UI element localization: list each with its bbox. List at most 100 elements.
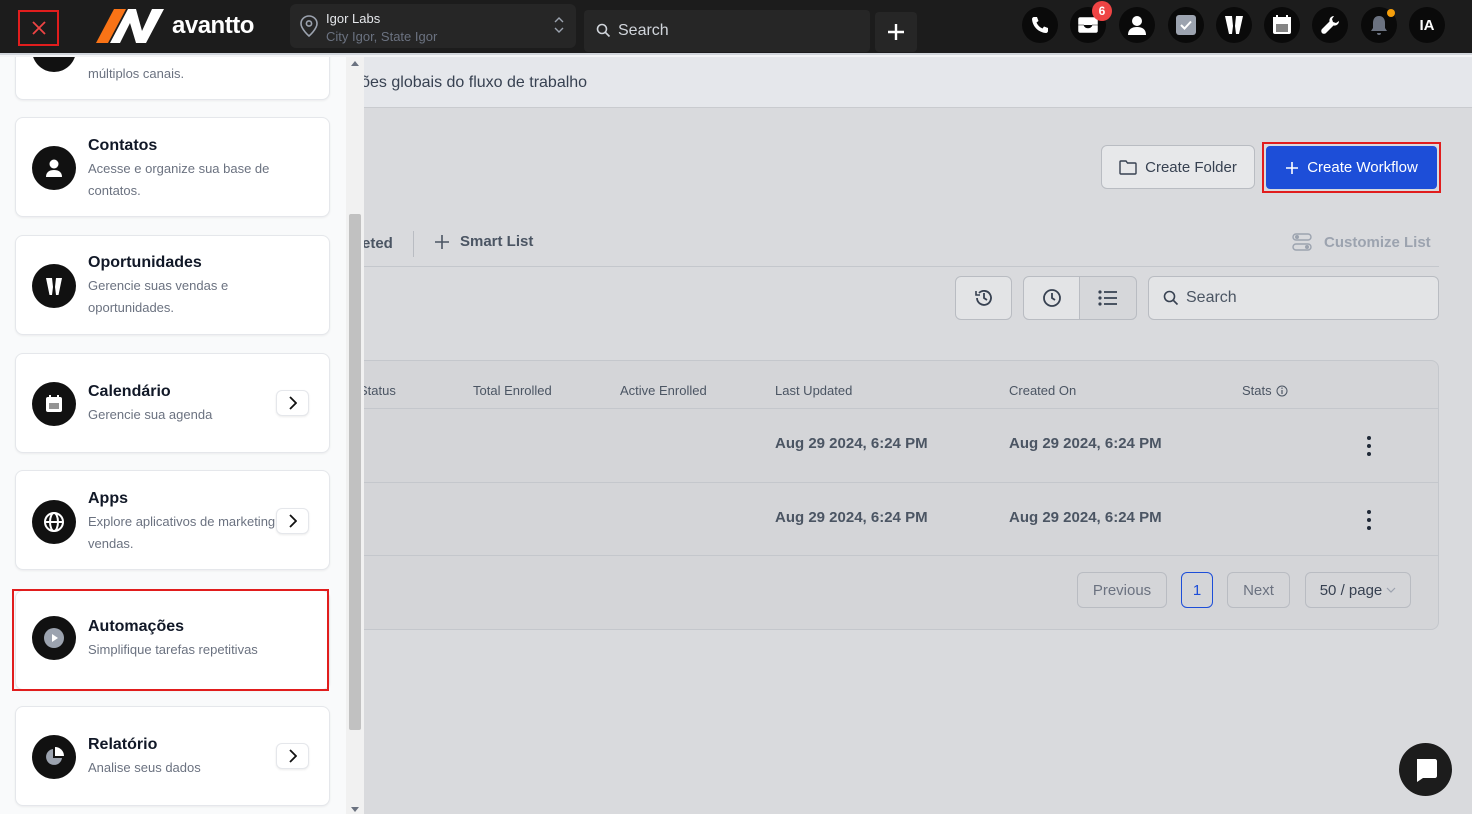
close-icon (31, 21, 46, 35)
folder-icon (1119, 159, 1137, 175)
brand-logo[interactable]: avantto (96, 8, 254, 44)
sidebar-item-conversations[interactable]: múltiplos canais. (15, 57, 330, 100)
column-header-stats[interactable]: Stats (1242, 383, 1288, 398)
tab-completed-partial[interactable]: eted (362, 235, 393, 252)
pie-chart-icon (32, 735, 76, 779)
checkbox-icon (1176, 15, 1196, 35)
customize-list-label: Customize List (1324, 233, 1431, 251)
column-header-created-on[interactable]: Created On (1009, 383, 1076, 398)
funnel-icon (1225, 16, 1243, 34)
created-on-cell: Aug 29 2024, 6:24 PM (1009, 435, 1162, 452)
row-actions-menu[interactable] (1364, 510, 1374, 530)
table-divider (346, 555, 1438, 556)
customize-list-button[interactable]: Customize List (1292, 233, 1431, 251)
sidebar-item-relatorio[interactable]: Relatório Analise seus dados (15, 706, 330, 806)
plus-icon (888, 24, 904, 40)
chevron-right-icon (288, 514, 297, 528)
chat-icon (32, 57, 76, 72)
notification-dot (1387, 9, 1395, 17)
page-size-select[interactable]: 50 / page (1305, 572, 1411, 608)
brand-name: avantto (172, 12, 254, 39)
chat-widget-button[interactable] (1399, 743, 1452, 796)
expand-arrow-button[interactable] (276, 508, 309, 534)
stats-label: Stats (1242, 383, 1272, 398)
sidebar-item-oportunidades[interactable]: Oportunidades Gerencie suas vendas e opo… (15, 235, 330, 335)
history-button[interactable] (955, 276, 1012, 320)
scrollbar-thumb[interactable] (349, 214, 361, 730)
create-folder-label: Create Folder (1145, 158, 1237, 176)
view-list-button[interactable] (1079, 276, 1137, 320)
user-avatar-button[interactable]: IA (1409, 7, 1445, 43)
sidebar-item-title: Calendário (88, 383, 171, 400)
workflow-search-input[interactable]: Search (1148, 276, 1439, 320)
chat-bubble-icon (1416, 758, 1437, 782)
expand-arrow-button[interactable] (276, 743, 309, 769)
scroll-up-arrow[interactable] (351, 61, 359, 66)
location-pin-icon (300, 15, 318, 37)
tabs-underline (345, 266, 1439, 267)
location-address: City Igor, State Igor (326, 29, 438, 44)
tasks-button[interactable] (1168, 7, 1204, 43)
table-divider (346, 482, 1438, 483)
clock-icon (1042, 289, 1061, 307)
search-placeholder: Search (1186, 289, 1237, 306)
column-header-active-enrolled[interactable]: Active Enrolled (620, 383, 707, 398)
row-actions-menu[interactable] (1364, 436, 1374, 456)
close-menu-button[interactable] (18, 10, 59, 46)
location-switcher[interactable]: Igor Labs City Igor, State Igor (290, 4, 576, 48)
page-1-button[interactable]: 1 (1181, 572, 1213, 608)
smart-list-button[interactable]: Smart List (434, 233, 533, 250)
tab-divider (413, 231, 414, 257)
sidebar-item-desc: múltiplos canais. (88, 66, 185, 81)
last-updated-cell: Aug 29 2024, 6:24 PM (775, 509, 928, 526)
calendar-icon (32, 382, 76, 426)
create-folder-button[interactable]: Create Folder (1101, 145, 1255, 189)
contacts-button[interactable] (1119, 7, 1155, 43)
chevron-right-icon (288, 749, 297, 763)
opportunities-button[interactable] (1216, 7, 1252, 43)
bell-icon (1371, 16, 1387, 35)
global-search-input[interactable]: Search (584, 10, 870, 52)
sidebar-item-calendario[interactable]: Calendário Gerencie sua agenda (15, 353, 330, 453)
history-icon (974, 290, 992, 306)
create-workflow-button[interactable]: Create Workflow (1266, 146, 1437, 189)
phone-icon (1032, 17, 1048, 33)
sidebar-item-apps[interactable]: Apps Explore aplicativos de marketing e … (15, 470, 330, 570)
messages-button[interactable]: 6 (1070, 1, 1112, 43)
chevron-right-icon (288, 396, 297, 410)
phone-button[interactable] (1022, 7, 1058, 43)
logo-mark-icon (96, 9, 164, 43)
expand-arrow-button[interactable] (276, 390, 309, 416)
created-on-cell: Aug 29 2024, 6:24 PM (1009, 509, 1162, 526)
quick-add-button[interactable] (875, 12, 917, 52)
user-icon (1128, 16, 1146, 35)
last-updated-cell: Aug 29 2024, 6:24 PM (775, 435, 928, 452)
chevron-down-icon (1386, 587, 1396, 593)
view-recent-button[interactable] (1023, 276, 1080, 320)
calendar-icon (1273, 15, 1291, 34)
sidebar-item-title: Oportunidades (88, 254, 202, 271)
toggles-icon (1292, 233, 1312, 251)
info-icon (1276, 385, 1288, 396)
settings-button[interactable] (1312, 7, 1348, 43)
user-icon (32, 146, 76, 190)
calendar-button[interactable] (1264, 7, 1300, 43)
sidebar-item-desc: Analise seus dados (88, 760, 201, 775)
column-header-total-enrolled[interactable]: Total Enrolled (473, 383, 552, 398)
column-header-last-updated[interactable]: Last Updated (775, 383, 852, 398)
sidebar-item-contatos[interactable]: Contatos Acesse e organize sua base de c… (15, 117, 330, 217)
chevron-updown-icon (554, 17, 564, 33)
previous-page-button[interactable]: Previous (1077, 572, 1167, 608)
wrench-icon (1321, 16, 1339, 34)
next-page-button[interactable]: Next (1227, 572, 1290, 608)
avatar-initials: IA (1419, 16, 1435, 34)
sidebar-scrollbar[interactable] (346, 57, 364, 814)
notifications-button[interactable] (1361, 7, 1397, 43)
sidebar-item-title: Apps (88, 490, 128, 507)
search-icon (1163, 290, 1179, 306)
scroll-down-arrow[interactable] (351, 807, 359, 812)
column-header-status[interactable]: Status (359, 383, 396, 398)
table-divider (346, 408, 1438, 409)
page-subtitle: urações globais do fluxo de trabalho (330, 74, 588, 91)
list-icon (1098, 290, 1117, 306)
